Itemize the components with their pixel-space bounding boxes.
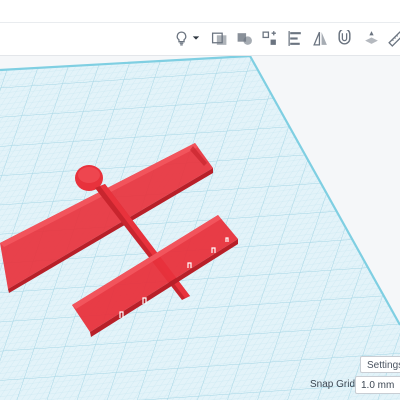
snap-grid-select[interactable]: 1.0 mm — [355, 376, 400, 394]
group-icon[interactable] — [208, 27, 230, 49]
dropdown-arrow-icon[interactable] — [189, 27, 203, 49]
flip-icon[interactable] — [309, 27, 331, 49]
toolbar-divider — [0, 22, 400, 23]
settings-button[interactable]: Settings — [360, 356, 400, 373]
magnet-icon[interactable] — [333, 27, 355, 49]
mirror-icon[interactable] — [284, 27, 306, 49]
workplane-icon[interactable] — [360, 27, 382, 49]
align-icon[interactable] — [258, 27, 280, 49]
ruler-icon[interactable] — [384, 27, 400, 49]
ungroup-icon[interactable] — [233, 27, 255, 49]
snap-grid-label: Snap Grid — [310, 379, 356, 390]
toolbar — [0, 22, 400, 56]
top-bar — [0, 0, 400, 22]
workplane-scene[interactable] — [0, 56, 400, 400]
workplane-viewport[interactable]: Settings Snap Grid 1.0 mm — [0, 56, 400, 400]
